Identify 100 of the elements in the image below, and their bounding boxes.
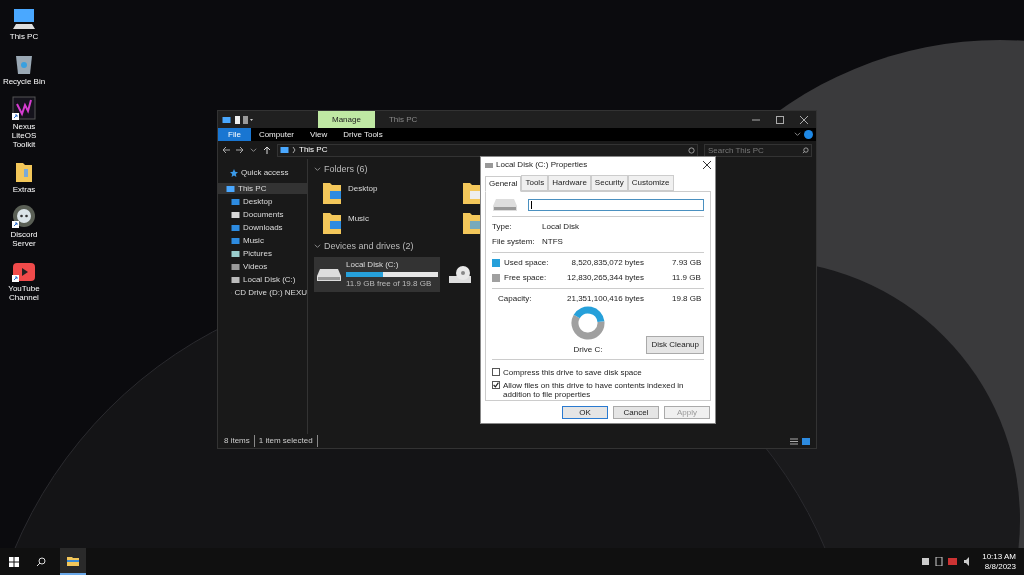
disk-cleanup-button[interactable]: Disk Cleanup — [646, 336, 704, 354]
desktop-icon-image[interactable] — [12, 202, 36, 228]
capacity-bytes: 21,351,100,416 bytes — [566, 293, 644, 305]
folder-icon — [67, 555, 79, 566]
space-label: Free space: — [504, 272, 548, 284]
discord-logo-icon — [12, 204, 36, 228]
folder-icon — [462, 210, 482, 235]
dialog-tab[interactable]: Hardware — [548, 175, 591, 191]
donut-chart-drawing — [570, 305, 606, 341]
star-icon — [230, 168, 238, 177]
up-arrow-icon[interactable] — [263, 146, 271, 154]
desktop-icon-label[interactable]: YouTube Channel — [0, 284, 48, 302]
group-header: Folders (6) — [324, 163, 368, 176]
dialog-tab[interactable]: General — [485, 176, 522, 192]
ribbon-tab[interactable]: Drive Tools — [335, 128, 391, 141]
dialog-tab[interactable]: Customize — [627, 175, 674, 191]
drive-tile[interactable]: Local Disk (C:) 11.9 GB free of 19.8 GB — [314, 257, 440, 292]
search-icon[interactable] — [36, 556, 46, 567]
details-view-icon[interactable] — [790, 437, 798, 445]
checkbox-label: Compress this drive to save disk space — [503, 368, 642, 377]
monitor-icon — [280, 146, 289, 154]
nav-item[interactable]: This PC — [218, 183, 307, 194]
space-bytes: 8,520,835,072 bytes — [570, 257, 644, 269]
checkbox-label: Allow files on this drive to have contents indexed in addition to file properties — [503, 381, 685, 399]
desktop-icon-image[interactable] — [12, 94, 36, 120]
ribbon-tab[interactable]: Computer — [250, 128, 302, 141]
checkmark-icon — [493, 382, 499, 388]
close-icon[interactable] — [703, 161, 711, 169]
address-bar[interactable]: This PC — [277, 143, 698, 157]
space-bytes: 12,830,265,344 bytes — [566, 272, 644, 284]
chevron-down-icon[interactable] — [314, 242, 321, 250]
nav-item[interactable]: Local Disk (C:) — [218, 274, 307, 285]
monitor-icon — [12, 8, 36, 30]
chevron-down-icon[interactable] — [794, 131, 801, 138]
checkbox[interactable] — [492, 381, 500, 389]
capacity-label: Capacity: — [497, 293, 533, 305]
back-arrow-icon[interactable] — [222, 146, 230, 154]
folder-label[interactable]: Desktop — [348, 182, 378, 195]
status-text: 1 item selected — [258, 435, 318, 447]
quick-access-toolbar-icon[interactable] — [234, 115, 254, 124]
chevron-down-icon[interactable] — [250, 146, 257, 154]
desktop-icon-label[interactable]: Nexus LiteOS Toolkit — [0, 122, 48, 149]
info-value: Local Disk — [542, 221, 579, 233]
capacity-size: 19.8 GB — [672, 293, 703, 305]
desktop-icon-label[interactable]: This PC — [9, 32, 39, 41]
nav-item[interactable]: Downloads — [218, 222, 307, 233]
shortcut-arrow-icon — [12, 221, 19, 228]
dialog-tab[interactable]: Security — [590, 175, 628, 191]
maximize-icon[interactable] — [776, 115, 784, 124]
close-icon[interactable] — [800, 115, 808, 124]
nav-item[interactable]: Music — [218, 235, 307, 246]
dialog-button[interactable]: Cancel — [613, 405, 659, 419]
clock-time[interactable]: 10:13 AM — [982, 551, 1016, 562]
recycle-bin-icon — [14, 53, 34, 75]
status-text: 8 items — [224, 435, 255, 447]
nav-item[interactable]: CD Drive (D:) NEXU — [218, 287, 307, 298]
drive-free-space: 11.9 GB free of 19.8 GB — [346, 278, 433, 290]
volume-name-field[interactable] — [528, 199, 704, 211]
drive-icon — [485, 162, 493, 168]
nav-item[interactable]: Desktop — [218, 196, 307, 207]
dialog-button[interactable]: OK — [562, 405, 608, 419]
dialog-title: Local Disk (C:) Properties — [496, 159, 589, 171]
ribbon-tab[interactable]: View — [302, 128, 336, 141]
context-tab[interactable]: Manage — [318, 111, 375, 128]
shortcut-arrow-icon — [12, 275, 19, 282]
shortcut-arrow-icon — [12, 113, 19, 120]
desktop-icon-label[interactable]: Discord Server — [0, 230, 48, 248]
dialog-tab[interactable]: Tools — [521, 175, 549, 191]
address-text: This PC — [299, 144, 328, 156]
space-label: Used space: — [504, 257, 550, 269]
app-logo-icon — [12, 96, 36, 120]
info-value: NTFS — [542, 236, 563, 248]
nav-item[interactable]: Videos — [218, 261, 307, 272]
play-button-icon — [12, 262, 36, 282]
desktop-icon — [231, 197, 240, 206]
search-field[interactable]: Search This PC — [704, 143, 812, 157]
clock-date[interactable]: 8/8/2023 — [984, 561, 1016, 572]
desktop-icon-label[interactable]: Recycle Bin — [2, 77, 46, 86]
ribbon-tab[interactable]: File — [218, 128, 251, 141]
refresh-icon[interactable] — [688, 146, 695, 154]
windows-logo-icon[interactable] — [9, 556, 19, 567]
checkbox[interactable] — [492, 368, 500, 376]
folder-icon — [462, 180, 482, 205]
folder-icon — [322, 180, 342, 205]
window-title: This PC — [388, 113, 419, 126]
folder-label[interactable]: Music — [348, 212, 369, 225]
forward-arrow-icon[interactable] — [236, 146, 244, 154]
nav-item[interactable]: Documents — [218, 209, 307, 220]
chevron-down-icon[interactable] — [314, 166, 321, 174]
breadcrumb-chevron-icon — [292, 147, 296, 153]
folder-icon — [15, 161, 33, 183]
tiles-view-icon[interactable] — [802, 437, 810, 445]
nav-item[interactable]: Quick access — [218, 167, 307, 178]
folder-icon — [322, 210, 342, 235]
nav-item[interactable]: Pictures — [218, 248, 307, 259]
space-size: 11.9 GB — [672, 272, 702, 284]
monitor-icon — [222, 115, 231, 124]
taskbar-app-button[interactable] — [60, 548, 86, 575]
space-size: 7.93 GB — [672, 257, 703, 269]
desktop-icon-label[interactable]: Extras — [12, 185, 36, 194]
